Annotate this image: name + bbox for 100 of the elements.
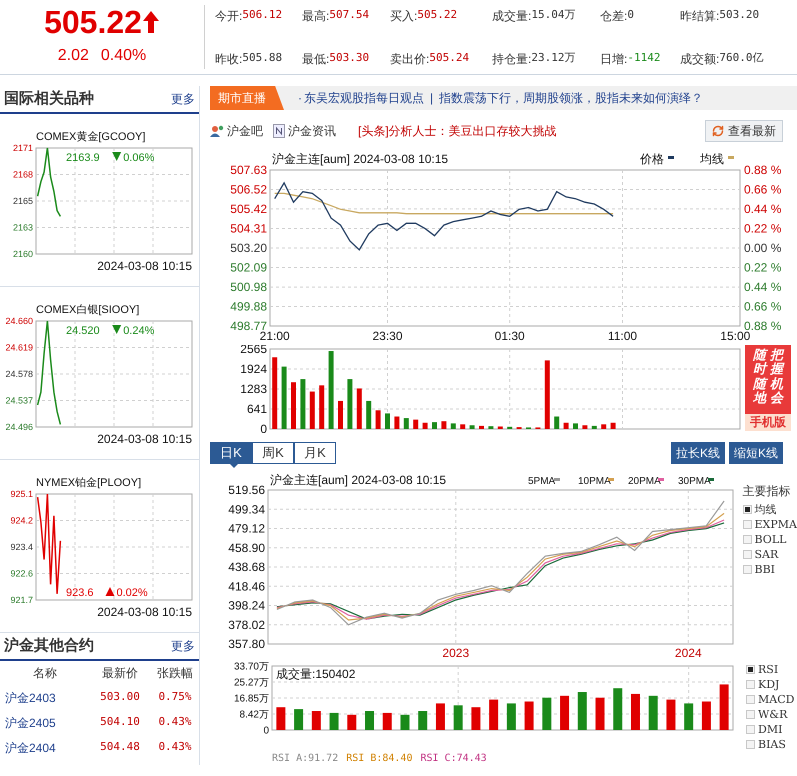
axis-label: 519.56 <box>228 483 265 497</box>
change-reading: 0.02% <box>116 587 148 599</box>
indicator-label[interactable]: DMI <box>758 724 782 735</box>
axis-label: 0.00 % <box>744 241 782 255</box>
axis-label: 0.88 % <box>744 163 782 177</box>
promo-footer: 手机版 <box>745 414 791 431</box>
stat-label: 持仓量: <box>492 50 532 68</box>
axis-label: 0.44 % <box>744 280 782 294</box>
headline-link[interactable]: [头条]分析人士：美豆出口存较大挑战 <box>358 122 557 140</box>
axis-label: 458.90 <box>228 540 265 555</box>
more-link[interactable]: 更多 <box>171 90 195 108</box>
indicator-label[interactable]: EXPMA <box>754 519 797 530</box>
price-reading: 24.520 <box>66 325 100 337</box>
axis-label: 24.619 <box>5 342 33 352</box>
contract-link[interactable]: 沪金2404 <box>0 738 56 756</box>
contract-link[interactable]: 沪金2405 <box>0 714 56 732</box>
legend-label: 30PMA <box>678 476 711 487</box>
chart-title: COMEX黄金[GCOOY] <box>36 131 146 143</box>
change-reading: 0.24% <box>123 325 154 337</box>
axis-label: 23:30 <box>372 329 403 342</box>
stat-label: 昨收: <box>215 50 242 68</box>
legend-label: 10PMA <box>578 476 611 487</box>
stat-value: 505.88 <box>242 50 282 66</box>
mobile-promo[interactable]: 随时随地 把握机会 手机版 <box>745 345 791 431</box>
panel-title: 主要指标 <box>742 483 792 500</box>
axis-label: 499.34 <box>228 502 265 516</box>
axis-label: 24.660 <box>5 316 33 326</box>
indicator-label[interactable]: BIAS <box>758 739 786 750</box>
chart-title: 沪金主连[aum] 2024-03-08 10:15 <box>270 473 446 487</box>
axis-label: 1283 <box>240 382 267 396</box>
axis-label: 503.20 <box>230 241 267 255</box>
axis-label: 25.27万 <box>234 677 269 688</box>
nav-link[interactable]: 沪金吧 <box>227 122 263 140</box>
news-link[interactable]: 东吴宏观股指每日观点 <box>304 89 424 107</box>
period-tab[interactable]: 月K <box>294 442 336 464</box>
axis-label: 507.63 <box>230 163 267 177</box>
price-change: 2.02 <box>58 46 89 66</box>
zoom-button[interactable]: 缩短K线 <box>728 442 783 464</box>
nav-link[interactable]: 沪金资讯 <box>288 122 336 140</box>
table-cell-text: 504.48 <box>100 739 140 756</box>
indicator-reading: RSI C:74.43 <box>420 754 487 764</box>
news-link[interactable]: 指数震荡下行，周期股领涨，股指未来如何演绎？ <box>439 89 704 107</box>
stat-value: -1142 <box>627 50 660 66</box>
axis-label: 499.88 <box>230 299 267 314</box>
indicator-label[interactable]: SAR <box>754 549 778 560</box>
axis-label: 500.98 <box>230 280 267 294</box>
stat-value: 23.12万 <box>531 50 576 66</box>
axis-label: 1924 <box>240 362 267 376</box>
axis-label: 0.44 % <box>744 202 782 216</box>
axis-label: 16.85万 <box>234 693 269 704</box>
stat-value: 0 <box>627 7 634 24</box>
axis-label: 0.22 % <box>744 260 782 275</box>
axis-label: 24.537 <box>5 396 33 406</box>
zoom-button[interactable]: 拉长K线 <box>670 442 725 464</box>
promo-text: 把握机会 <box>770 348 783 407</box>
table-cell-text: 0.75% <box>158 689 192 706</box>
bullet: · <box>298 90 302 107</box>
axis-label: 2165 <box>12 196 33 206</box>
table-cell-text: 504.10 <box>100 714 140 730</box>
column-header: 张跌幅 <box>157 665 193 682</box>
more-link[interactable]: 更多 <box>171 637 195 655</box>
legend-label: 价格 <box>640 152 664 166</box>
section-title: 沪金其他合约 <box>4 636 94 656</box>
axis-label: 921.7 <box>10 595 33 605</box>
indicator-label[interactable]: KDJ <box>758 679 780 690</box>
period-tab[interactable]: 周K <box>252 442 294 464</box>
axis-label: 2168 <box>12 170 33 180</box>
table-cell-text: 503.00 <box>100 689 140 706</box>
legend-label: 20PMA <box>628 476 661 487</box>
timestamp: 2024-03-08 10:15 <box>97 259 192 273</box>
indicator-label[interactable]: BBI <box>754 564 776 575</box>
stat-label: 最高: <box>302 8 330 24</box>
live-label: 期市直播 <box>210 86 284 110</box>
refresh-button[interactable]: 查看最新 <box>705 120 783 142</box>
table-cell-text: 0.43% <box>158 714 192 730</box>
contract-link[interactable]: 沪金2403 <box>0 688 56 706</box>
chart-title: NYMEX铂金[PLOOY] <box>36 477 142 489</box>
axis-label: 0.66 % <box>744 182 782 197</box>
axis-label: 641 <box>246 402 267 416</box>
axis-label: 479.12 <box>228 522 265 536</box>
promo-text: 随时随地 <box>753 348 766 407</box>
axis-label: 24.496 <box>5 422 33 432</box>
stat-label: 日增: <box>600 50 628 68</box>
axis-label: 11:00 <box>608 329 638 342</box>
indicator-label[interactable]: 均线 <box>754 504 777 515</box>
axis-label: 33.70万 <box>234 662 269 672</box>
indicator-reading: RSI A:91.72 <box>272 754 338 764</box>
indicator-label[interactable]: RSI <box>758 664 778 675</box>
axis-label: 925.1 <box>10 489 33 499</box>
axis-label: 2171 <box>12 143 33 153</box>
stat-label: 最低: <box>302 50 330 68</box>
axis-label: 922.6 <box>10 568 33 578</box>
indicator-label[interactable]: W&R <box>758 709 788 720</box>
axis-label: 504.31 <box>230 221 267 236</box>
stat-label: 成交额: <box>680 50 720 68</box>
indicator-label[interactable]: BOLL <box>754 534 786 545</box>
axis-label: 0 <box>260 422 267 433</box>
stat-label: 买入: <box>390 8 418 24</box>
indicator-label[interactable]: MACD <box>758 694 794 705</box>
stat-value: 506.12 <box>242 7 282 24</box>
